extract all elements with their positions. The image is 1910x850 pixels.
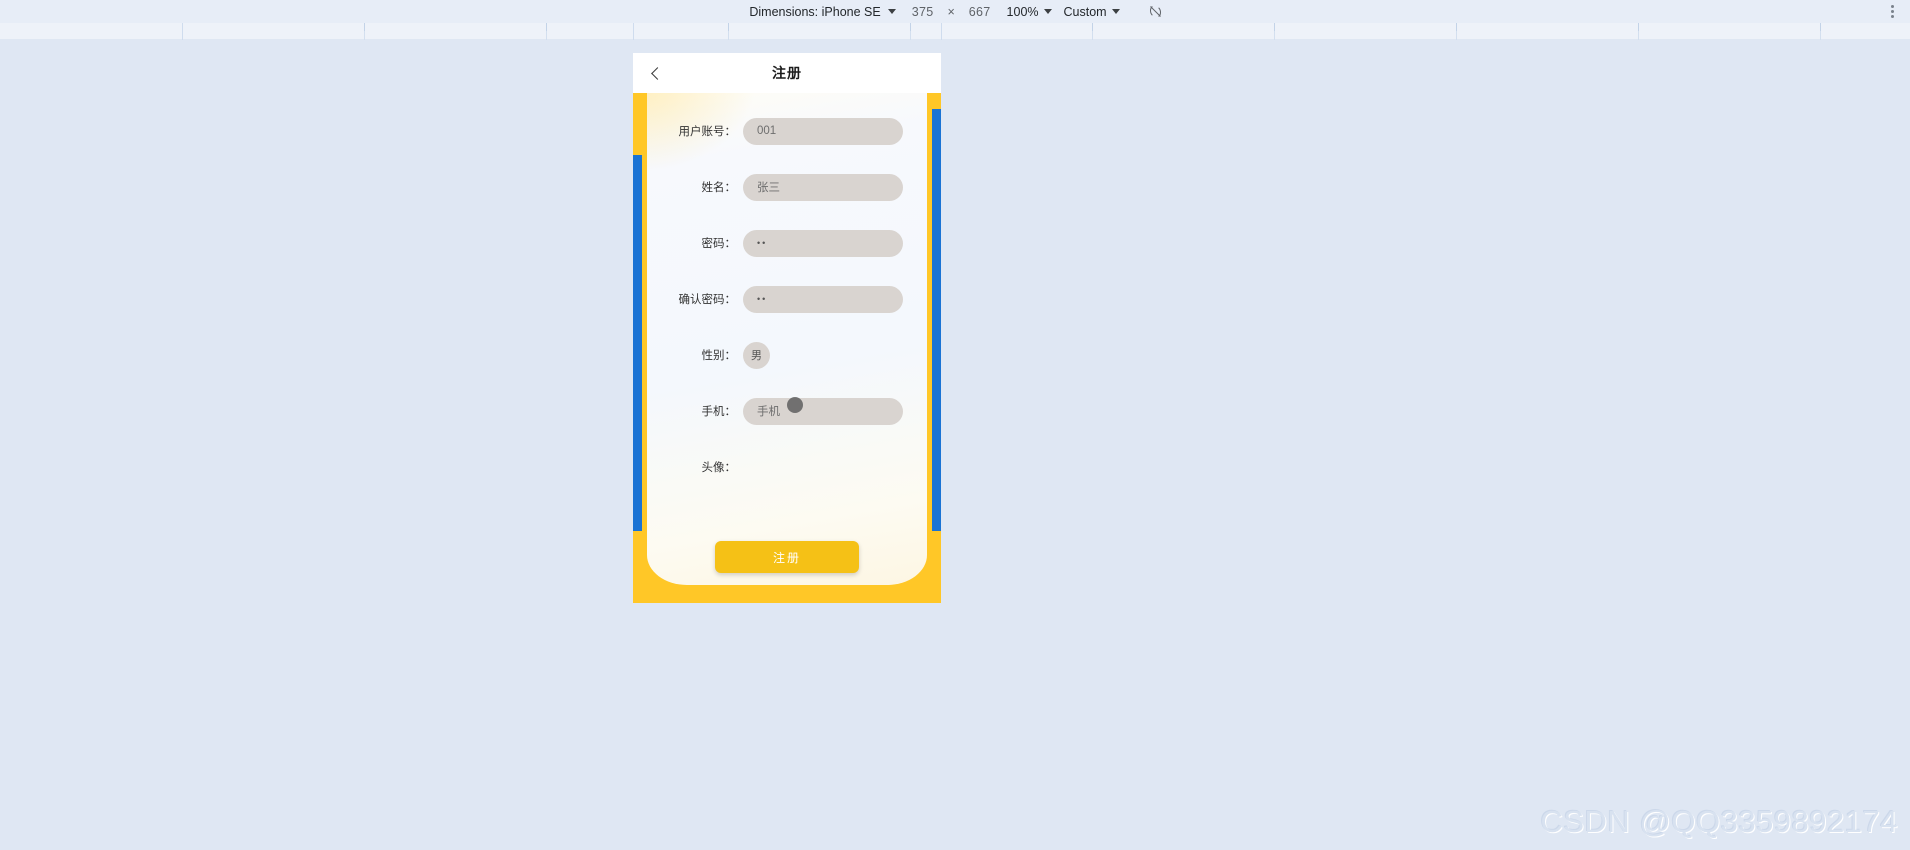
ruler-tick (364, 23, 365, 40)
avatar-upload[interactable] (743, 454, 903, 481)
chevron-left-icon (651, 66, 664, 80)
menu-dot (1890, 5, 1894, 8)
name-input[interactable]: 张三 (743, 173, 903, 201)
device-dimensions-label: Dimensions: iPhone SE (749, 4, 881, 19)
form-row-name: 姓名： 张三 (647, 159, 927, 215)
watermark: CSDN @QQ3359892174 (1540, 804, 1898, 839)
confirm-password-input[interactable]: •• (743, 285, 903, 313)
account-input[interactable]: 001 (743, 117, 903, 145)
label-password: 密码： (701, 238, 737, 250)
device-toolbar-controls: Dimensions: iPhone SE 375 × 667 100% Cus… (743, 0, 1166, 23)
device-dimensions-dropdown[interactable]: Dimensions: iPhone SE (743, 0, 901, 23)
chevron-down-icon (1111, 9, 1120, 14)
decorative-corner-top-left (633, 93, 647, 155)
label-account: 用户账号： (678, 126, 737, 138)
registration-card: 用户账号： 001 姓名： 张三 密码： •• 确认密码： •• 性别： 男 手… (647, 93, 927, 585)
ruler-edge (633, 23, 634, 40)
register-button[interactable]: 注册 (715, 541, 859, 573)
zoom-dropdown[interactable]: 100% (1001, 0, 1058, 23)
ruler-tick (728, 23, 729, 40)
chevron-down-icon (887, 9, 896, 14)
device-height-input[interactable]: 667 (959, 5, 1001, 19)
phone-input[interactable]: 手机 (743, 397, 903, 425)
ruler-tick (1092, 23, 1093, 40)
more-vertical-icon[interactable] (1884, 0, 1900, 23)
app-header: 注册 (633, 53, 941, 93)
ruler-tick (1638, 23, 1639, 40)
ruler-tick (1274, 23, 1275, 40)
page-title: 注册 (772, 65, 802, 81)
ruler-tick (910, 23, 911, 40)
zoom-value: 100% (1006, 4, 1039, 19)
throttling-dropdown[interactable]: Custom (1058, 0, 1126, 23)
label-gender: 性别： (701, 350, 737, 362)
app-body: 用户账号： 001 姓名： 张三 密码： •• 确认密码： •• 性别： 男 手… (633, 93, 941, 603)
menu-dot (1890, 15, 1894, 18)
ruler-tick (1456, 23, 1457, 40)
ruler-edge (182, 23, 183, 40)
label-confirm-password: 确认密码： (678, 294, 737, 306)
decorative-corner-top-right (927, 93, 941, 109)
throttling-value: Custom (1063, 4, 1107, 19)
registration-form: 用户账号： 001 姓名： 张三 密码： •• 确认密码： •• 性别： 男 手… (647, 93, 927, 495)
device-ruler (0, 23, 1910, 40)
form-row-avatar: 头像： (647, 439, 927, 495)
ruler-tick (546, 23, 547, 40)
ruler-tick (1820, 23, 1821, 40)
form-row-account: 用户账号： 001 (647, 103, 927, 159)
label-name: 姓名： (701, 182, 737, 194)
label-phone: 手机： (701, 406, 737, 418)
gender-select[interactable]: 男 (743, 341, 770, 369)
form-row-confirm-password: 确认密码： •• (647, 271, 927, 327)
form-row-gender: 性别： 男 (647, 327, 927, 383)
menu-dot (1890, 10, 1894, 13)
password-input[interactable]: •• (743, 229, 903, 257)
label-avatar: 头像： (701, 462, 737, 474)
device-toolbar: Dimensions: iPhone SE 375 × 667 100% Cus… (0, 0, 1910, 23)
ruler-edge (941, 23, 942, 40)
submit-area: 注册 (633, 513, 941, 603)
device-width-input[interactable]: 375 (902, 5, 944, 19)
back-button[interactable] (641, 53, 671, 93)
form-row-password: 密码： •• (647, 215, 927, 271)
rotate-device-icon[interactable] (1144, 0, 1167, 23)
dimension-separator-icon: × (947, 4, 955, 19)
mouse-cursor-indicator (787, 397, 803, 413)
device-viewport: 注册 用户账号： 001 姓名： 张三 密码： •• 确认密码： •• 性别： … (633, 53, 941, 603)
form-row-phone: 手机： 手机 (647, 383, 927, 439)
chevron-down-icon (1043, 9, 1052, 14)
